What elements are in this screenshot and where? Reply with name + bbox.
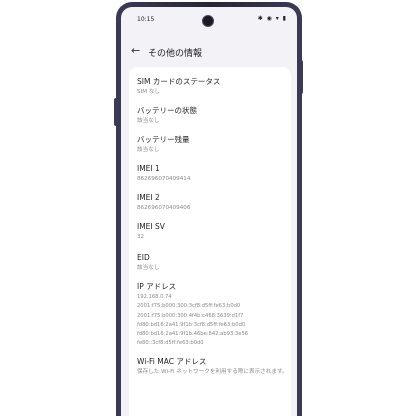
item-title: EID (137, 253, 150, 262)
item-value: SIM なし (137, 89, 160, 95)
toolbar: ← その他の情報 (121, 41, 297, 65)
item-value: 32 (137, 234, 145, 240)
ip-address-list: 192.168.0.74 2001:f75:b000:300:3cf8:d5ff… (137, 293, 287, 349)
list-item-ip-address: IP アドレス 192.168.0.74 2001:f75:b000:300:3… (137, 282, 287, 349)
list-item-wifi-mac: Wi-Fi MAC アドレス 保存した Wi-Fi ネットワークを利用する際に表… (137, 357, 288, 377)
ip-address-line: 2001:f75:b000:300:3cf8:d5ff:fe63:b0d0 (137, 303, 241, 310)
ip-address-line: fd80:bd16:2a41:9f1b:46be:842:ab93:3e56 (137, 331, 249, 338)
item-value: 862696070409414 (137, 176, 191, 182)
info-card: SIM カードのステータス SIM なし バッテリーの状態 該当なし バッテリー… (129, 67, 291, 416)
item-value: 保存した Wi-Fi ネットワークを利用する際に表示されます。 (137, 369, 288, 375)
item-value: 862696070409406 (137, 205, 191, 211)
front-camera (202, 15, 214, 27)
item-title: IMEI 1 (137, 164, 160, 173)
power-button (300, 60, 303, 94)
page-title: その他の情報 (148, 49, 203, 59)
ip-address-line: 2001:f75:b000:300:4f4b:c468:3639:d1f7 (137, 312, 244, 319)
ip-address-line: fe80::3cf8:d5ff:fe63:b0d0 (137, 340, 204, 347)
ip-address-line: fd80:bd16:2a41:9f1b:3cf8:d5ff:fe63:b0d0 (137, 321, 246, 328)
list-item-imei-2: IMEI 2 862696070409406 (137, 193, 287, 213)
list-item-eid: EID 該当なし (137, 253, 287, 273)
status-icons: ✱ ◉ ▾ ▮ (257, 15, 287, 22)
list-item-battery-level: バッテリー残量 該当なし (137, 135, 287, 155)
item-title: バッテリーの状態 (137, 106, 197, 115)
list-item-sim-status[interactable]: SIM カードのステータス SIM なし (137, 77, 287, 97)
status-bar: 10:15 ✱ ◉ ▾ ▮ (121, 7, 297, 33)
item-title: IMEI 2 (137, 193, 160, 202)
item-title: IP アドレス (137, 282, 177, 291)
item-value: 該当なし (137, 147, 160, 153)
list-item-battery-status: バッテリーの状態 該当なし (137, 106, 287, 126)
item-value: 該当なし (137, 265, 160, 271)
item-title: Wi-Fi MAC アドレス (137, 357, 207, 366)
item-title: バッテリー残量 (137, 135, 190, 144)
status-time: 10:15 (137, 16, 155, 23)
item-title: IMEI SV (137, 222, 165, 231)
ip-address-line: 192.168.0.74 (137, 294, 172, 300)
list-item-imei-1: IMEI 1 862696070409414 (137, 164, 287, 184)
list-item-imei-sv: IMEI SV 32 (137, 222, 287, 242)
back-arrow-icon[interactable]: ← (131, 44, 140, 58)
phone-screen: 10:15 ✱ ◉ ▾ ▮ ← その他の情報 SIM カードのステータス SIM… (121, 7, 297, 416)
item-value: 該当なし (137, 118, 160, 124)
item-title: SIM カードのステータス (137, 77, 221, 86)
volume-button (114, 98, 117, 126)
